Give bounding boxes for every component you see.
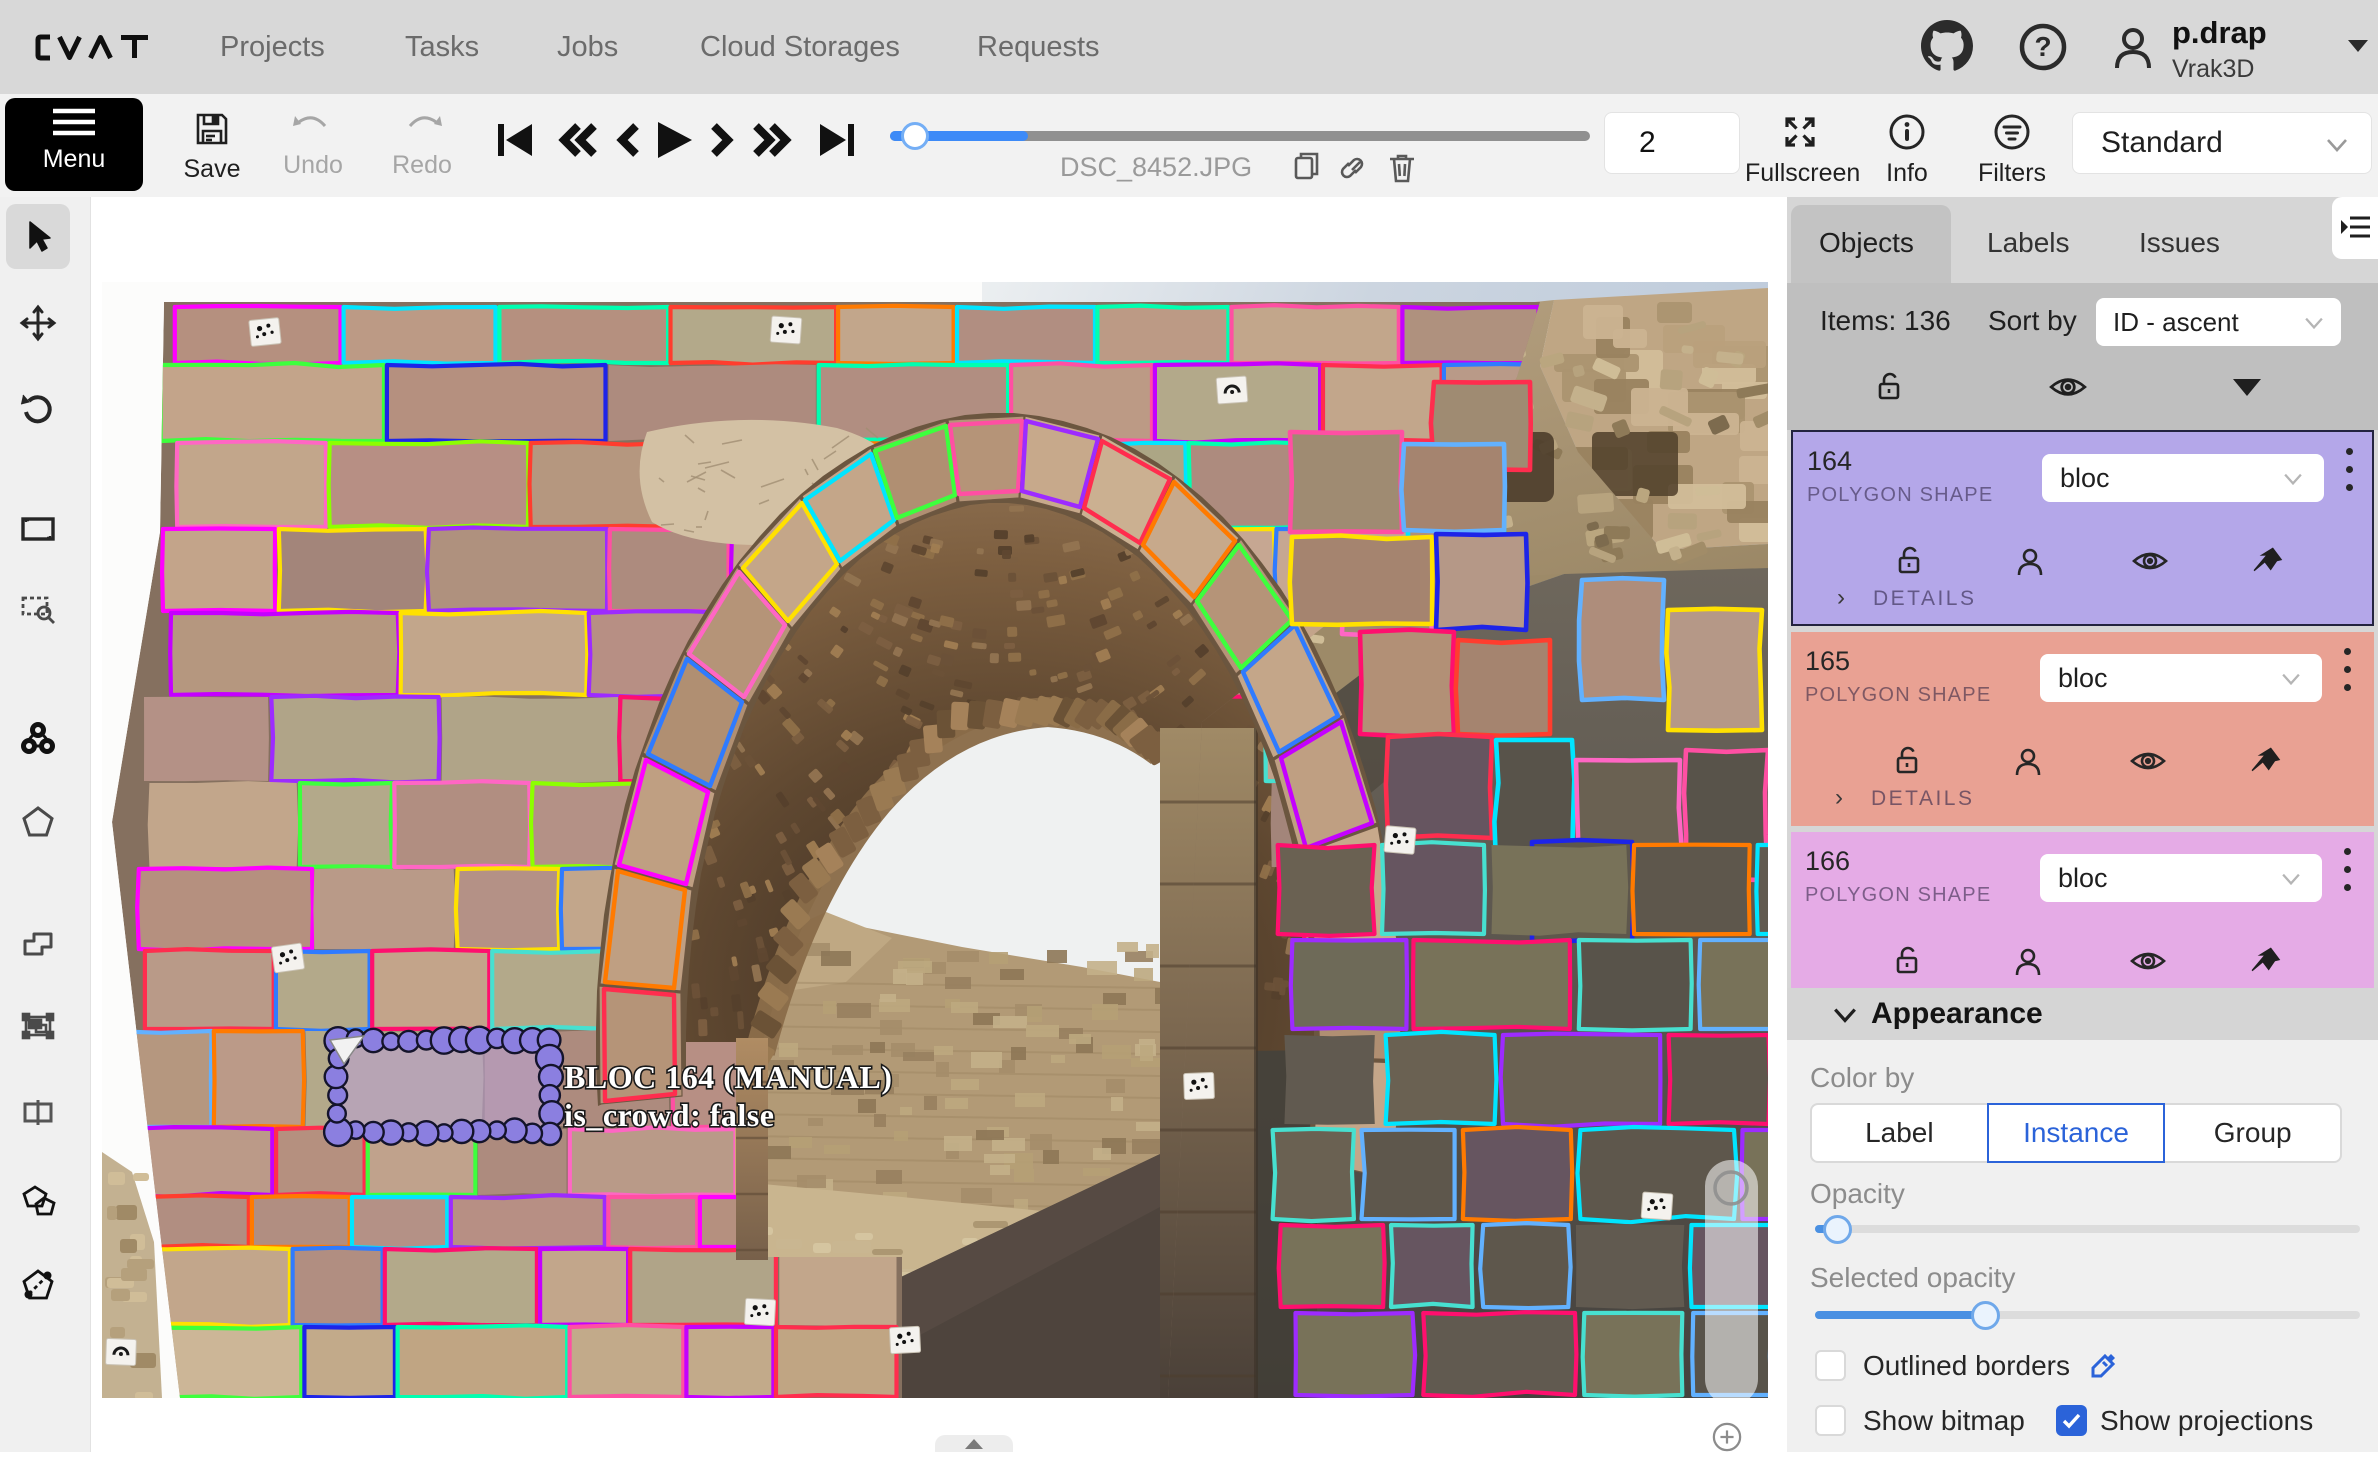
svg-text:is_crowd: false: is_crowd: false [564,1097,774,1133]
svg-text:BLOC 164 (MANUAL): BLOC 164 (MANUAL) [564,1059,892,1095]
svg-text:?: ? [2034,31,2051,62]
